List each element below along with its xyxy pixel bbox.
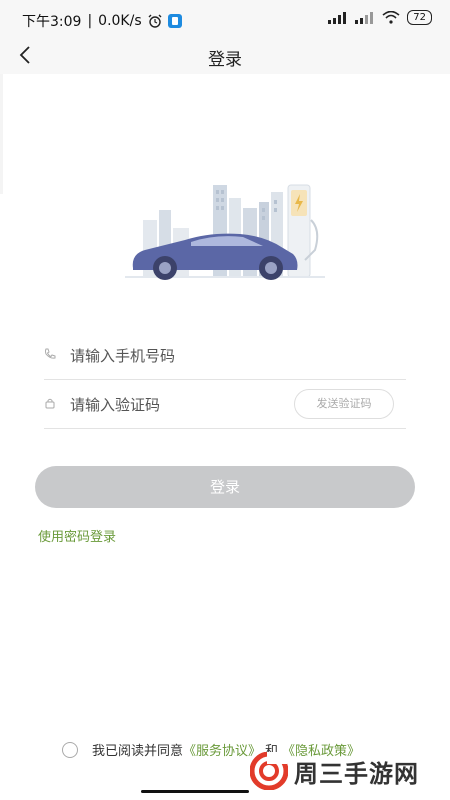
signal-icon [328, 11, 347, 24]
phone-input[interactable] [68, 341, 292, 371]
phone-field [44, 331, 406, 380]
watermark: 周三手游网 [250, 752, 419, 790]
app-notification-icon [167, 14, 182, 28]
signal-2-icon [355, 11, 374, 24]
watermark-logo-icon [250, 752, 288, 790]
alarm-clock-icon [148, 14, 162, 28]
status-right: 72 [328, 10, 432, 25]
status-bar: 下午3:09 | 0.0K/s 72 [0, 0, 450, 38]
watermark-text: 周三手游网 [294, 759, 419, 788]
network-speed: 0.0K/s [98, 13, 142, 29]
home-indicator[interactable] [141, 790, 249, 793]
password-login-link[interactable]: 使用密码登录 [38, 526, 116, 545]
page-title: 登录 [208, 50, 242, 70]
code-input[interactable] [68, 390, 292, 420]
status-separator: | [87, 13, 93, 29]
code-field: 发送验证码 [44, 380, 406, 429]
nav-bar: 登录 [0, 38, 450, 74]
status-left: 下午3:09 | 0.0K/s [22, 11, 182, 31]
status-time: 下午3:09 [22, 14, 82, 30]
decorative-edge [0, 74, 3, 194]
agree-checkbox[interactable] [62, 741, 78, 758]
car-charging-illustration [125, 184, 325, 280]
wifi-icon [382, 11, 400, 24]
agreement-prefix: 我已阅读并同意 [92, 744, 184, 759]
lock-icon [45, 398, 55, 409]
battery-icon: 72 [407, 10, 432, 25]
send-code-button[interactable]: 发送验证码 [294, 389, 394, 419]
phone-icon [45, 348, 56, 359]
login-button[interactable]: 登录 [35, 466, 415, 508]
